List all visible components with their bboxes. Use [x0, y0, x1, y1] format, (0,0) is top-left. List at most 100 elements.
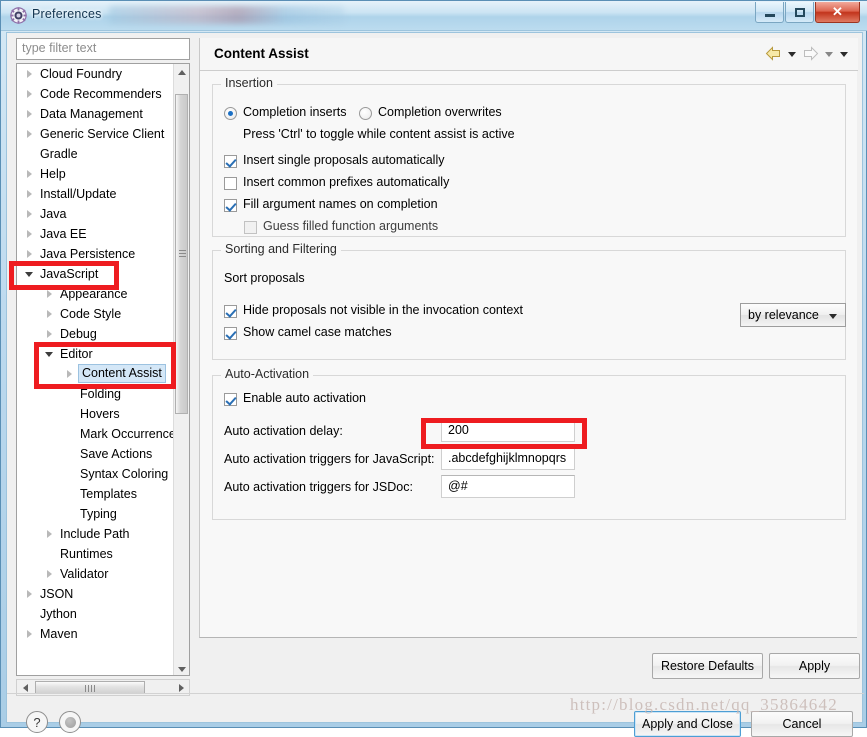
forward-arrow-icon [801, 45, 820, 62]
apply-button[interactable]: Apply [769, 653, 860, 679]
tree-item-data-management[interactable]: Data Management [17, 104, 175, 124]
tree-item-jython[interactable]: Jython [17, 604, 175, 624]
tree-item-debug[interactable]: Debug [17, 324, 175, 344]
tree-item-java[interactable]: Java [17, 204, 175, 224]
tree-item-appearance[interactable]: Appearance [17, 284, 175, 304]
filter-input[interactable]: type filter text [16, 38, 190, 60]
tree-item-label: Appearance [60, 287, 128, 301]
tree-expand-arrow-icon[interactable] [45, 344, 55, 364]
tree-collapse-arrow-icon[interactable] [25, 624, 35, 644]
checkbox-guess-filled-arguments[interactable] [244, 221, 257, 234]
tree-collapse-arrow-icon[interactable] [25, 584, 35, 604]
checkbox-insert-common-prefixes[interactable] [224, 177, 237, 190]
tree-item-label: Code Recommenders [40, 87, 162, 101]
tree-item-code-recommenders[interactable]: Code Recommenders [17, 84, 175, 104]
tree-item-generic-service-client[interactable]: Generic Service Client [17, 124, 175, 144]
checkbox-fill-argument-names[interactable] [224, 199, 237, 212]
help-icon[interactable]: ? [26, 711, 48, 733]
page-title: Content Assist [214, 46, 309, 61]
tree-collapse-arrow-icon[interactable] [25, 64, 35, 84]
insertion-group-title: Insertion [221, 76, 277, 90]
auto-activation-js-value: .abcdefghijklmnopqrs [448, 451, 567, 465]
tree-collapse-arrow-icon[interactable] [25, 124, 35, 144]
restore-defaults-button[interactable]: Restore Defaults [652, 653, 763, 679]
tree-item-gradle[interactable]: Gradle [17, 144, 175, 164]
tree-collapse-arrow-icon[interactable] [25, 184, 35, 204]
tree-item-label: Debug [60, 327, 97, 341]
tree-item-java-ee[interactable]: Java EE [17, 224, 175, 244]
close-button[interactable]: ✕ [815, 2, 860, 23]
checkbox-insert-single-proposals-label: Insert single proposals automatically [243, 153, 445, 167]
tree-collapse-arrow-icon[interactable] [65, 364, 75, 384]
checkbox-hide-proposals[interactable] [224, 305, 237, 318]
back-arrow-icon[interactable] [764, 45, 783, 62]
tree-item-hovers[interactable]: Hovers [17, 404, 175, 424]
tree-item-help[interactable]: Help [17, 164, 175, 184]
auto-activation-js-input[interactable]: .abcdefghijklmnopqrs [441, 447, 575, 470]
vertical-scrollbar-thumb[interactable] [175, 94, 188, 414]
preferences-tree[interactable]: Cloud Foundry Code Recommenders Data Manag… [16, 63, 190, 676]
tree-item-runtimes[interactable]: Runtimes [17, 544, 175, 564]
tree-item-typing[interactable]: Typing [17, 504, 175, 524]
tree-collapse-arrow-icon[interactable] [45, 524, 55, 544]
tree-collapse-arrow-icon[interactable] [25, 224, 35, 244]
tree-item-include-path[interactable]: Include Path [17, 524, 175, 544]
checkbox-show-camel-case[interactable] [224, 327, 237, 340]
tree-collapse-arrow-icon[interactable] [45, 304, 55, 324]
navigation-toolbar [764, 45, 850, 62]
tree-item-mark-occurrences[interactable]: Mark Occurrences [17, 424, 182, 444]
tree-item-label: Include Path [60, 527, 130, 541]
status-circle-icon[interactable] [59, 711, 81, 733]
tree-collapse-arrow-icon[interactable] [45, 564, 55, 584]
tree-item-java-persistence[interactable]: Java Persistence [17, 244, 175, 264]
tree-item-folding[interactable]: Folding [17, 384, 175, 404]
tree-item-cloud-foundry[interactable]: Cloud Foundry [17, 64, 175, 84]
checkbox-enable-auto-activation[interactable] [224, 393, 237, 406]
forward-dropdown-icon[interactable] [823, 45, 835, 62]
scroll-down-arrow-icon[interactable] [174, 661, 189, 675]
view-menu-icon[interactable] [838, 45, 850, 62]
tree-item-templates[interactable]: Templates [17, 484, 175, 504]
tree-collapse-arrow-icon[interactable] [25, 104, 35, 124]
sort-proposals-value: by relevance [748, 308, 819, 322]
tree-item-install-update[interactable]: Install/Update [17, 184, 175, 204]
tree-collapse-arrow-icon[interactable] [25, 164, 35, 184]
tree-item-content-assist[interactable]: Content Assist [17, 364, 175, 384]
scrollbar-grip-icon [85, 685, 97, 692]
maximize-button[interactable] [785, 2, 814, 23]
auto-activation-jsdoc-value: @# [448, 479, 468, 493]
tree-item-label: Mark Occurrences [80, 427, 183, 441]
preferences-gear-icon [10, 7, 27, 24]
checkbox-guess-filled-arguments-label: Guess filled function arguments [263, 219, 439, 233]
tree-collapse-arrow-icon[interactable] [25, 84, 35, 104]
scroll-up-arrow-icon[interactable] [174, 64, 189, 80]
tree-item-validator[interactable]: Validator [17, 564, 175, 584]
tree-item-save-actions[interactable]: Save Actions [17, 444, 175, 464]
tree-item-label: Jython [40, 607, 77, 621]
tree-collapse-arrow-icon[interactable] [45, 324, 55, 344]
tree-item-label: Java Persistence [40, 247, 136, 261]
radio-completion-overwrites[interactable] [359, 107, 372, 120]
sort-proposals-select[interactable]: by relevance [740, 303, 846, 327]
tree-item-json[interactable]: JSON [17, 584, 175, 604]
auto-activation-delay-input[interactable]: 200 [441, 419, 575, 442]
tree-collapse-arrow-icon[interactable] [45, 284, 55, 304]
tree-item-label: JSON [40, 587, 74, 601]
tree-vertical-scrollbar[interactable] [173, 64, 189, 675]
auto-activation-jsdoc-input[interactable]: @# [441, 475, 575, 498]
checkbox-insert-single-proposals[interactable] [224, 155, 237, 168]
tree-item-editor[interactable]: Editor [17, 344, 175, 364]
tree-item-maven[interactable]: Maven [17, 624, 175, 644]
tree-item-label: Gradle [40, 147, 78, 161]
sorting-group: Sorting and Filtering Sort proposals by … [212, 242, 846, 360]
tree-collapse-arrow-icon[interactable] [25, 204, 35, 224]
minimize-button[interactable] [755, 2, 784, 23]
tree-expand-arrow-icon[interactable] [25, 264, 35, 284]
radio-completion-inserts[interactable] [224, 107, 237, 120]
tree-item-syntax-coloring[interactable]: Syntax Coloring [17, 464, 175, 484]
tree-item-code-style[interactable]: Code Style [17, 304, 175, 324]
tree-collapse-arrow-icon[interactable] [25, 244, 35, 264]
tree-item-javascript[interactable]: JavaScript [17, 264, 175, 284]
back-dropdown-icon[interactable] [786, 45, 798, 62]
insertion-group: Insertion Completion inserts Completion … [212, 76, 846, 237]
